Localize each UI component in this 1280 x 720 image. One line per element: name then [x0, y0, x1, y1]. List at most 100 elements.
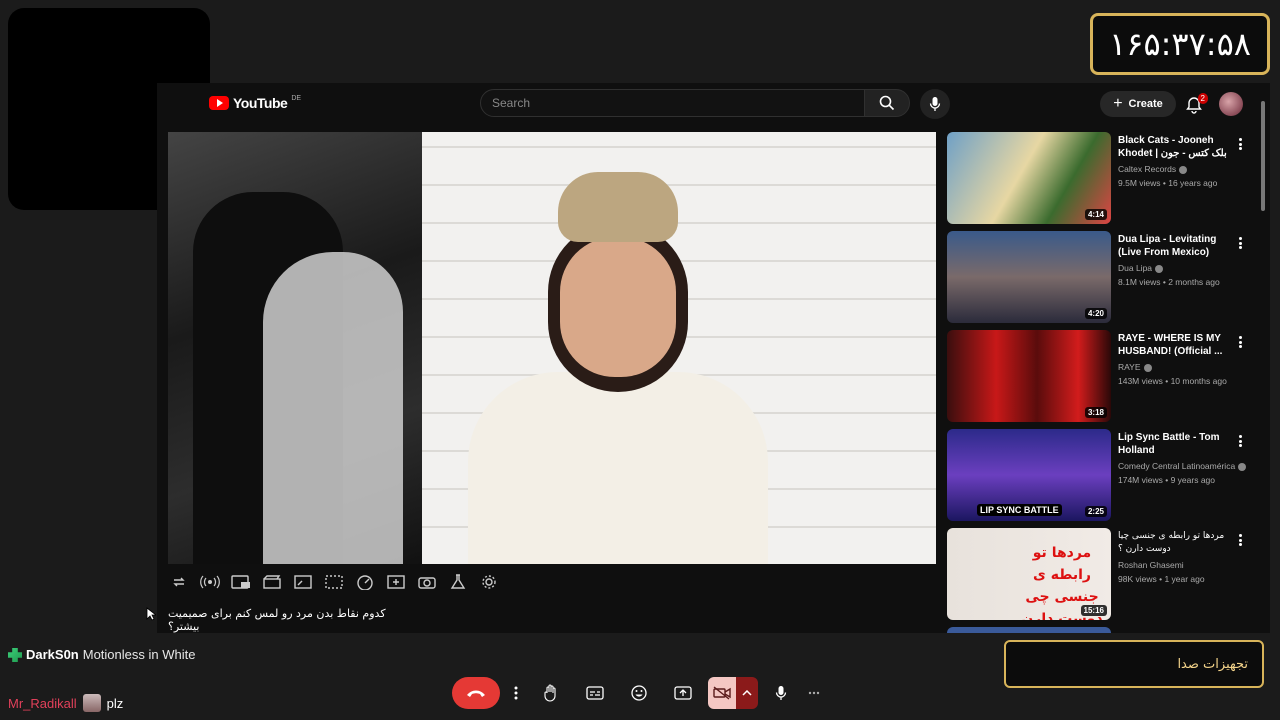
video-thumbnail[interactable]: 4:14 — [947, 132, 1111, 224]
picture-in-picture-icon[interactable] — [230, 572, 252, 592]
notification-badge: 2 — [1197, 93, 1208, 104]
end-call-button[interactable] — [452, 677, 500, 709]
present-screen-icon — [674, 686, 692, 700]
present-screen-button[interactable] — [664, 677, 702, 709]
video-duration: 3:18 — [1084, 407, 1107, 418]
video-title: کدوم نقاط بدن مرد رو لمس کنم برای صمیمیت… — [168, 607, 386, 633]
thumbnail-text: LIP SYNC BATTLE — [977, 504, 1062, 516]
camera-off-icon — [713, 686, 731, 700]
chat-overlay: DarkS0n Motionless in White — [8, 645, 208, 665]
chat-avatar — [82, 694, 101, 712]
related-video-item[interactable]: 4:20 Dua Lipa - Levitating (Live From Me… — [947, 231, 1257, 323]
channel-name[interactable]: RAYE — [1118, 362, 1141, 372]
loop-icon[interactable] — [168, 572, 190, 592]
country-code: DE — [291, 94, 302, 102]
related-video-title[interactable]: Dua Lipa - Levitating (Live From Mexico) — [1118, 233, 1230, 259]
youtube-logo[interactable]: YouTube DE — [209, 95, 301, 111]
camera-toggle-button[interactable] — [708, 677, 736, 709]
microphone-icon — [929, 97, 941, 111]
chat-username: Mr_Radikall — [8, 695, 77, 711]
audio-devices-panel[interactable]: تجهیزات صدا — [1004, 640, 1264, 688]
mouse-cursor-icon — [146, 607, 158, 626]
related-video-title[interactable]: RAYE - WHERE IS MY HUSBAND! (Official ..… — [1118, 332, 1230, 358]
page-scrollbar[interactable] — [1260, 93, 1266, 627]
search-button[interactable] — [864, 89, 910, 117]
reactions-button[interactable] — [620, 677, 658, 709]
video-meta: 9.5M views • 16 years ago — [1118, 178, 1218, 188]
video-thumbnail[interactable]: مردها تو رابطه ی جنسی چی دوست دارن ؟ 15:… — [947, 528, 1111, 620]
voice-search-button[interactable] — [920, 89, 950, 119]
verified-check-icon — [1179, 165, 1188, 174]
more-options-icon[interactable] — [1235, 334, 1245, 350]
related-video-item[interactable]: 3:18 RAYE - WHERE IS MY HUSBAND! (Offici… — [947, 330, 1257, 422]
speed-gauge-icon[interactable] — [354, 572, 376, 592]
more-options-icon[interactable] — [1235, 532, 1245, 548]
related-video-item[interactable]: LIP SYNC BATTLE 2:25 Lip Sync Battle - T… — [947, 429, 1257, 521]
video-meta: 8.1M views • 2 months ago — [1118, 277, 1220, 287]
video-duration: 2:25 — [1084, 506, 1107, 517]
screenshot-camera-icon[interactable] — [416, 572, 438, 592]
video-meta: 98K views • 1 year ago — [1118, 574, 1205, 584]
channel-name[interactable]: Dua Lipa — [1118, 263, 1152, 273]
related-video-title[interactable]: Lip Sync Battle - Tom Holland — [1118, 431, 1230, 457]
add-screen-icon[interactable] — [385, 572, 407, 592]
related-video-item-partial[interactable] — [947, 627, 1257, 633]
video-thumbnail[interactable]: 3:18 — [947, 330, 1111, 422]
create-label: Create — [1128, 98, 1163, 110]
chat-text: plz — [106, 695, 124, 711]
search-icon — [879, 95, 895, 111]
video-presenter — [468, 172, 768, 564]
related-video-title[interactable]: Black Cats - Jooneh Khodet | بلک کتس - ج… — [1118, 134, 1230, 162]
video-player[interactable] — [168, 132, 936, 564]
account-avatar[interactable] — [1219, 92, 1243, 116]
clapperboard-icon[interactable] — [261, 572, 283, 592]
stream-timer: ۱۶۵:۳۷:۵۸ — [1090, 13, 1270, 75]
channel-name[interactable]: Comedy Central Latinoamérica — [1118, 461, 1235, 471]
create-button[interactable]: + Create — [1100, 91, 1176, 117]
emoji-icon — [631, 685, 647, 701]
related-video-item[interactable]: 4:14 Black Cats - Jooneh Khodet | بلک کت… — [947, 132, 1257, 224]
plus-icon: + — [1113, 95, 1123, 112]
video-bw-panel — [168, 132, 422, 564]
video-duration: 15:16 — [1080, 605, 1107, 616]
vertical-dots-icon — [514, 686, 518, 700]
horizontal-dots-icon — [808, 691, 820, 695]
video-thumbnail[interactable]: 4:20 — [947, 231, 1111, 323]
settings-gear-icon[interactable] — [478, 572, 500, 592]
phone-hangup-icon — [467, 690, 485, 697]
chat-username: DarkS0n — [26, 647, 79, 662]
youtube-header: YouTube DE Search + Create 2 — [157, 83, 1270, 125]
raise-hand-button[interactable] — [532, 677, 570, 709]
more-options-button[interactable] — [506, 677, 526, 709]
related-video-item[interactable]: مردها تو رابطه ی جنسی چی دوست دارن ؟ 15:… — [947, 528, 1257, 620]
channel-name[interactable]: Caltex Records — [1118, 164, 1176, 174]
channel-name[interactable]: Roshan Ghasemi — [1118, 560, 1248, 570]
chat-message: Mr_Radikall plz — [8, 694, 123, 712]
more-audio-options-button[interactable] — [804, 677, 824, 709]
more-options-icon[interactable] — [1235, 136, 1245, 152]
player-extension-toolbar — [168, 572, 500, 592]
search-input[interactable]: Search — [480, 89, 865, 117]
filmstrip-icon[interactable] — [323, 572, 345, 592]
more-options-icon[interactable] — [1235, 235, 1245, 251]
youtube-logo-text: YouTube — [233, 95, 288, 111]
call-control-bar — [452, 677, 824, 709]
video-meta: 174M views • 9 years ago — [1118, 475, 1215, 485]
flask-icon[interactable] — [447, 572, 469, 592]
microphone-toggle-button[interactable] — [764, 677, 798, 709]
verified-check-icon — [1238, 462, 1247, 471]
verified-check-icon — [1155, 264, 1164, 273]
related-video-title[interactable]: مردها تو رابطه ی جنسی چیا دوست دارن ؟ — [1118, 530, 1230, 556]
video-thumbnail[interactable]: LIP SYNC BATTLE 2:25 — [947, 429, 1111, 521]
chevron-up-icon — [742, 690, 752, 696]
notifications-button[interactable]: 2 — [1182, 93, 1208, 117]
audio-broadcast-icon[interactable] — [199, 572, 221, 592]
subscriber-badge-icon — [8, 648, 22, 662]
aspect-ratio-icon[interactable] — [292, 572, 314, 592]
camera-options-button[interactable] — [736, 677, 758, 709]
chat-text: Motionless in White — [82, 647, 196, 662]
verified-check-icon — [1143, 363, 1152, 372]
youtube-window: YouTube DE Search + Create 2 کدوم نقاط ب… — [157, 83, 1270, 633]
more-options-icon[interactable] — [1235, 433, 1245, 449]
captions-button[interactable] — [576, 677, 614, 709]
